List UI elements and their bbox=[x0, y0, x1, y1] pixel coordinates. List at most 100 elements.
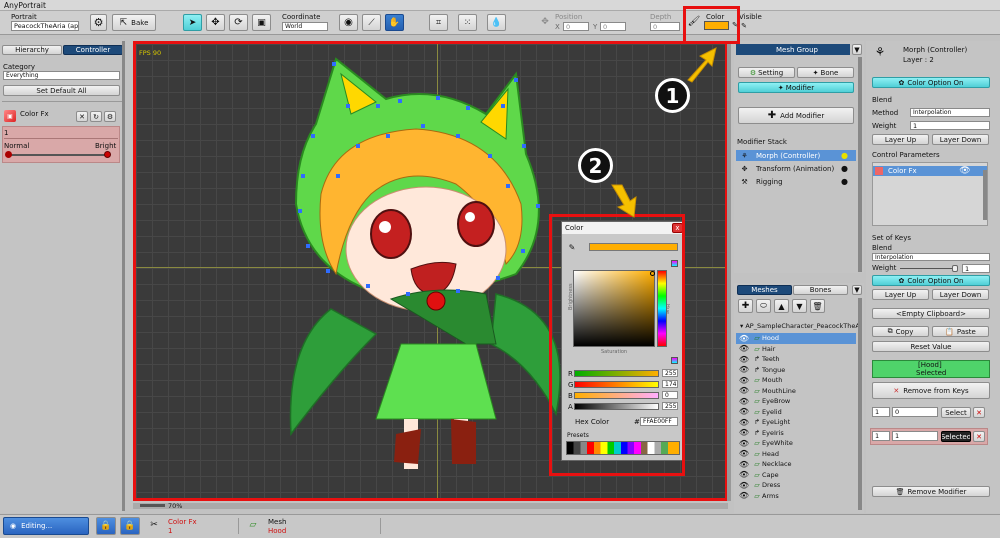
mesh-row[interactable]: 👁 ↱ EyeIris bbox=[736, 428, 856, 439]
method-select[interactable]: Interpolation bbox=[910, 108, 990, 117]
mesh-row[interactable]: 👁 ▱ Eyelid bbox=[736, 407, 856, 418]
lock-button-1[interactable]: 🔒 bbox=[96, 517, 116, 535]
mesh-row[interactable]: 👁 ▱ Cape bbox=[736, 470, 856, 481]
mesh-row[interactable]: 👁 ▱ EyeBrow bbox=[736, 396, 856, 407]
control-reset-button[interactable]: ↻ bbox=[90, 111, 102, 122]
mesh-row[interactable]: 👁 ↱ EyeLight bbox=[736, 417, 856, 428]
blend2-select[interactable]: Interpolation bbox=[872, 253, 990, 261]
visible-pen-icon[interactable]: ✎ bbox=[740, 21, 748, 31]
delete-mesh-button[interactable]: 🗑 bbox=[810, 299, 825, 313]
copy-button[interactable]: ⧉ Copy bbox=[872, 326, 929, 337]
eye-icon[interactable]: 👁 bbox=[736, 365, 752, 374]
meshes-scrollbar[interactable] bbox=[858, 298, 862, 510]
tab-hierarchy[interactable]: Hierarchy bbox=[2, 45, 62, 55]
bake-button[interactable]: ⇱ Bake bbox=[112, 14, 156, 31]
portrait-select[interactable]: PeacockTheAria (ap bbox=[11, 21, 79, 31]
modifier-row-2[interactable]: Transform (Animation) bbox=[756, 165, 834, 173]
tab-controller[interactable]: Controller bbox=[63, 45, 123, 55]
zoom-slider[interactable] bbox=[140, 504, 165, 507]
layer-button[interactable]: ⬭ bbox=[756, 299, 771, 313]
eye-icon[interactable]: 👁 bbox=[736, 407, 752, 416]
move-tool-button[interactable]: ✥ bbox=[206, 14, 225, 31]
weight2-handle[interactable] bbox=[952, 265, 958, 272]
editing-button[interactable]: ◉ Editing... bbox=[3, 517, 89, 535]
key2-left-field[interactable]: 1 bbox=[872, 431, 890, 441]
viewport-vscrollbar[interactable] bbox=[727, 41, 731, 501]
layer-down2-button[interactable]: Layer Down bbox=[932, 289, 989, 300]
mesh-row[interactable]: 👁 ▱ Head bbox=[736, 449, 856, 460]
coordinate-select[interactable]: World bbox=[282, 22, 328, 31]
mesh-row[interactable]: 👁 ↱ Tongue bbox=[736, 365, 856, 376]
eye-icon[interactable]: 👁 bbox=[736, 449, 752, 458]
control-slider-track[interactable] bbox=[8, 154, 108, 156]
set-default-all-button[interactable]: Set Default All bbox=[3, 85, 120, 96]
reset-value-button[interactable]: Reset Value bbox=[872, 341, 990, 352]
modifier-button[interactable]: ✦ Modifier bbox=[738, 82, 854, 93]
mesh-row-selected[interactable]: 👁 ▱ Hood bbox=[736, 333, 856, 344]
mesh-group-scrollbar[interactable] bbox=[858, 57, 862, 272]
select-tool-button[interactable]: ➤ bbox=[183, 14, 202, 31]
tab-meshes[interactable]: Meshes bbox=[737, 285, 792, 295]
pos-y-field[interactable]: 0 bbox=[600, 22, 626, 31]
color-option2-button[interactable]: ✿ Color Option On bbox=[872, 275, 990, 286]
bulb-off-icon[interactable]: ● bbox=[840, 163, 849, 174]
move-up-button[interactable]: ▲ bbox=[774, 299, 789, 313]
modifier-row-3[interactable]: Rigging bbox=[756, 178, 783, 186]
eye-icon[interactable]: 👁 bbox=[736, 439, 752, 448]
lock-button-2[interactable]: 🔒 bbox=[120, 517, 140, 535]
remove-from-keys-button[interactable]: ✕ Remove from Keys bbox=[872, 382, 990, 399]
settings-button[interactable]: ⚙ bbox=[90, 14, 107, 31]
bulb-on-icon[interactable]: ● bbox=[840, 150, 849, 161]
layer-up-button[interactable]: Layer Up bbox=[872, 134, 929, 145]
control-settings-button[interactable]: ⚙ bbox=[104, 111, 116, 122]
eye-icon[interactable]: 👁 bbox=[736, 397, 752, 406]
layer-up2-button[interactable]: Layer Up bbox=[872, 289, 929, 300]
remove-modifier-button[interactable]: 🗑 Remove Modifier bbox=[872, 486, 990, 497]
scale-tool-button[interactable]: ▣ bbox=[252, 14, 271, 31]
meshes-collapse[interactable]: ▼ bbox=[852, 285, 862, 295]
weight2-slider[interactable] bbox=[900, 268, 955, 269]
eye-icon[interactable]: 👁 bbox=[736, 470, 752, 479]
add-mesh-button[interactable]: ✚ bbox=[738, 299, 753, 313]
depth-field[interactable]: 0 bbox=[650, 22, 680, 31]
add-modifier-button[interactable]: ✚ Add Modifier bbox=[738, 107, 854, 124]
mesh-row[interactable]: 👁 ▱ EyeWhite bbox=[736, 438, 856, 449]
category-select[interactable]: Everything bbox=[3, 71, 120, 80]
rotate-tool-button[interactable]: ⟳ bbox=[229, 14, 248, 31]
paste-button[interactable]: 📋 Paste bbox=[932, 326, 989, 337]
tab-bones[interactable]: Bones bbox=[793, 285, 848, 295]
viewport-hscrollbar[interactable] bbox=[133, 503, 728, 509]
bounds-button[interactable]: ⌗ bbox=[429, 14, 448, 31]
mesh-row[interactable]: 👁 ▱ Mouth bbox=[736, 375, 856, 386]
mesh-group-collapse[interactable]: ▼ bbox=[852, 44, 862, 55]
left-scrollbar[interactable] bbox=[122, 41, 125, 511]
key2-right-field[interactable]: 1 bbox=[892, 431, 938, 441]
eye-icon[interactable]: 👁 bbox=[736, 344, 752, 353]
layer-down-button[interactable]: Layer Down bbox=[932, 134, 989, 145]
eye-icon[interactable]: 👁 bbox=[736, 386, 752, 395]
eye-icon[interactable]: 👁 bbox=[736, 460, 752, 469]
onion-button[interactable]: ◉ bbox=[339, 14, 358, 31]
eye-icon[interactable]: 👁 bbox=[736, 418, 752, 427]
bone-button[interactable]: ✦ Bone bbox=[797, 67, 854, 78]
weight-field[interactable]: 1 bbox=[910, 121, 990, 130]
mesh-display-button[interactable]: ✋ bbox=[385, 14, 404, 31]
eye-icon[interactable]: 👁 bbox=[736, 428, 752, 437]
color-tint-button[interactable]: 💧 bbox=[487, 14, 506, 31]
eye-icon[interactable]: 👁 bbox=[736, 355, 752, 364]
clipboard-button[interactable]: <Empty Clipboard> bbox=[872, 308, 990, 319]
key1-remove-button[interactable]: ✕ bbox=[973, 407, 985, 418]
eye-icon[interactable]: 👁 bbox=[736, 491, 752, 500]
setting-button[interactable]: ⚙ Setting bbox=[738, 67, 795, 78]
key2-selected-button[interactable]: Selected bbox=[941, 431, 971, 442]
eye-icon[interactable]: 👁 bbox=[736, 334, 752, 343]
grid-button[interactable]: ⁙ bbox=[458, 14, 477, 31]
key1-left-field[interactable]: 1 bbox=[872, 407, 890, 417]
color-option-button[interactable]: ✿ Color Option On bbox=[872, 77, 990, 88]
pos-x-field[interactable]: 0 bbox=[563, 22, 589, 31]
move-down-button[interactable]: ▼ bbox=[792, 299, 807, 313]
mesh-row[interactable]: 👁 ▱ Hair bbox=[736, 344, 856, 355]
mesh-row[interactable]: 👁 ▱ Dress bbox=[736, 480, 856, 491]
key2-remove-button[interactable]: ✕ bbox=[973, 431, 985, 442]
bulb-off-icon-2[interactable]: ● bbox=[840, 176, 849, 187]
